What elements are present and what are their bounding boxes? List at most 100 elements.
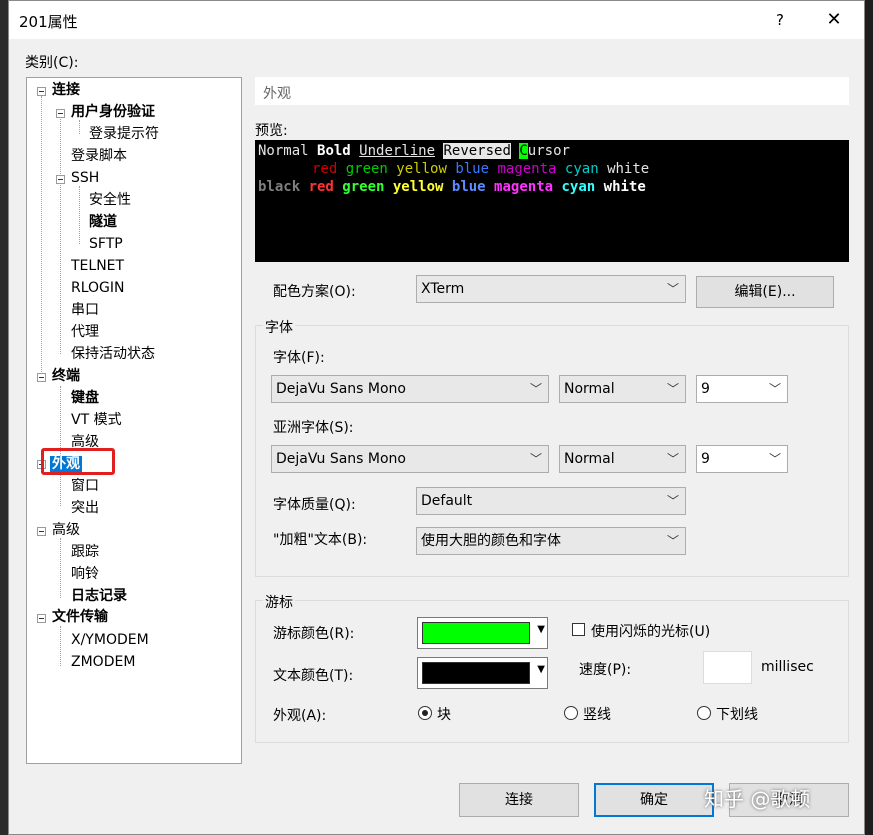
tree-item-bell[interactable]: 响铃 xyxy=(71,564,99,584)
preview-line-1: Normal Bold Underline Reversed Cursor xyxy=(258,142,570,160)
tree-line xyxy=(41,96,42,376)
collapse-toggle[interactable] xyxy=(37,527,46,536)
font-style-select[interactable]: Normal ﹀ xyxy=(559,375,686,403)
tree-item-serial[interactable]: 串口 xyxy=(71,300,99,320)
preview-color-red: red xyxy=(312,161,346,177)
tree-item-security[interactable]: 安全性 xyxy=(89,190,131,210)
tree-item-proxy[interactable]: 代理 xyxy=(71,322,99,342)
tree-item-login-prompt[interactable]: 登录提示符 xyxy=(89,124,159,144)
cursor-shape-label: 外观(A): xyxy=(273,708,327,724)
tree-item-ssh[interactable]: SSH xyxy=(71,168,99,188)
text-color-label: 文本颜色(T): xyxy=(273,668,354,684)
tree-item-terminal[interactable]: 终端 xyxy=(52,366,80,386)
preview-reversed: Reversed xyxy=(443,143,511,159)
speed-input[interactable] xyxy=(703,651,752,684)
tree-item-file-transfer[interactable]: 文件传输 xyxy=(52,607,108,627)
tree-item-connection[interactable]: 连接 xyxy=(52,80,80,100)
speed-label: 速度(P): xyxy=(579,662,632,678)
preview-bright-black: black xyxy=(258,179,309,195)
asian-style-select[interactable]: Normal ﹀ xyxy=(559,445,686,473)
collapse-toggle[interactable] xyxy=(37,373,46,382)
blink-cursor-label[interactable]: 使用闪烁的光标(U) xyxy=(591,621,710,641)
quality-label: 字体质量(Q): xyxy=(273,497,356,513)
caret-down-icon: ▼ xyxy=(537,624,545,635)
tree-item-vt-mode[interactable]: VT 模式 xyxy=(71,410,122,430)
collapse-toggle[interactable] xyxy=(37,614,46,623)
tree-item-zmodem[interactable]: ZMODEM xyxy=(71,652,135,672)
tree-line xyxy=(60,116,61,354)
preview-bright-white: white xyxy=(603,179,646,195)
scheme-label: 配色方案(O): xyxy=(273,284,356,300)
preview-color-white: white xyxy=(607,161,650,177)
close-button[interactable]: ✕ xyxy=(821,7,847,33)
tree-line xyxy=(60,626,61,666)
chevron-down-icon: ﹀ xyxy=(768,382,781,396)
asian-font-label: 亚洲字体(S): xyxy=(273,420,354,436)
tree-item-trace[interactable]: 跟踪 xyxy=(71,542,99,562)
preview-pane: Normal Bold Underline Reversed Cursor re… xyxy=(255,140,849,262)
font-select[interactable]: DejaVu Sans Mono ﹀ xyxy=(271,375,549,403)
cursor-color-swatch xyxy=(422,622,530,644)
section-header: 外观 xyxy=(255,77,849,105)
tree-item-login-script[interactable]: 登录脚本 xyxy=(71,146,127,166)
tree-item-keyboard[interactable]: 键盘 xyxy=(71,388,99,408)
font-size-select[interactable]: 9 ﹀ xyxy=(696,375,788,403)
tree-item-advanced[interactable]: 高级 xyxy=(52,520,80,540)
collapse-toggle[interactable] xyxy=(37,87,46,96)
collapse-toggle[interactable] xyxy=(56,175,65,184)
tree-item-keepalive[interactable]: 保持活动状态 xyxy=(71,344,155,364)
preview-color-yellow: yellow xyxy=(396,161,456,177)
tree-item-highlight[interactable]: 突出 xyxy=(71,498,99,518)
radio-underline-label[interactable]: 下划线 xyxy=(716,704,758,724)
bold-text-select[interactable]: 使用大胆的颜色和字体 ﹀ xyxy=(416,527,686,555)
tree-item-telnet[interactable]: TELNET xyxy=(71,256,124,276)
chevron-down-icon: ﹀ xyxy=(529,382,542,396)
radio-vertical-label[interactable]: 竖线 xyxy=(583,704,611,724)
tree-line xyxy=(60,538,61,598)
tree-item-tunnel[interactable]: 隧道 xyxy=(89,212,117,232)
edit-scheme-button[interactable]: 编辑(E)... xyxy=(696,276,834,308)
ok-button[interactable]: 确定 xyxy=(594,783,714,817)
font-group-title: 字体 xyxy=(263,317,295,337)
window-title: 201属性 xyxy=(19,13,78,31)
tree-item-xymodem[interactable]: X/YMODEM xyxy=(71,630,149,650)
chevron-down-icon: ﹀ xyxy=(768,452,781,466)
radio-vertical[interactable] xyxy=(564,706,578,720)
cursor-color-picker[interactable]: ▼ xyxy=(417,617,548,649)
radio-block[interactable] xyxy=(418,706,432,720)
asian-font-value: DejaVu Sans Mono xyxy=(276,451,406,467)
preview-line-3: black red green yellow blue magenta cyan… xyxy=(258,178,646,196)
text-color-picker[interactable]: ▼ xyxy=(417,657,548,689)
tree-line xyxy=(60,386,61,506)
blink-cursor-checkbox[interactable] xyxy=(572,623,585,636)
preview-color-blue: blue xyxy=(455,161,498,177)
tree-line xyxy=(79,186,80,244)
radio-block-label[interactable]: 块 xyxy=(437,704,451,724)
connect-button[interactable]: 连接 xyxy=(459,783,579,817)
title-bar: 201属性 ? ✕ xyxy=(9,1,864,39)
tree-item-logging[interactable]: 日志记录 xyxy=(71,586,127,606)
help-button[interactable]: ? xyxy=(769,9,791,31)
scheme-select[interactable]: XTerm ﹀ xyxy=(416,275,686,303)
preview-underline: Underline xyxy=(359,143,436,159)
tree-item-sftp[interactable]: SFTP xyxy=(89,234,123,254)
chevron-down-icon: ﹀ xyxy=(666,382,679,396)
font-label: 字体(F): xyxy=(273,350,325,366)
quality-select[interactable]: Default ﹀ xyxy=(416,487,686,515)
preview-bright-yellow: yellow xyxy=(392,179,452,195)
category-tree[interactable]: 连接 用户身份验证 登录提示符 登录脚本 SSH 安全性 隧道 SFTP TEL… xyxy=(26,77,242,764)
collapse-toggle[interactable] xyxy=(56,109,65,118)
asian-size-value: 9 xyxy=(701,451,710,467)
asian-size-select[interactable]: 9 ﹀ xyxy=(696,445,788,473)
preview-cursor-text: ursor xyxy=(527,143,570,159)
tree-item-auth[interactable]: 用户身份验证 xyxy=(71,102,155,122)
preview-color-magenta: magenta xyxy=(497,161,565,177)
asian-font-select[interactable]: DejaVu Sans Mono ﹀ xyxy=(271,445,549,473)
chevron-down-icon: ﹀ xyxy=(529,452,542,466)
font-size-value: 9 xyxy=(701,381,710,397)
radio-underline[interactable] xyxy=(697,706,711,720)
tree-item-window[interactable]: 窗口 xyxy=(71,476,99,496)
watermark: 知乎 @歌顿 xyxy=(704,787,811,811)
bold-text-label: "加粗"文本(B): xyxy=(273,532,368,548)
tree-item-rlogin[interactable]: RLOGIN xyxy=(71,278,125,298)
